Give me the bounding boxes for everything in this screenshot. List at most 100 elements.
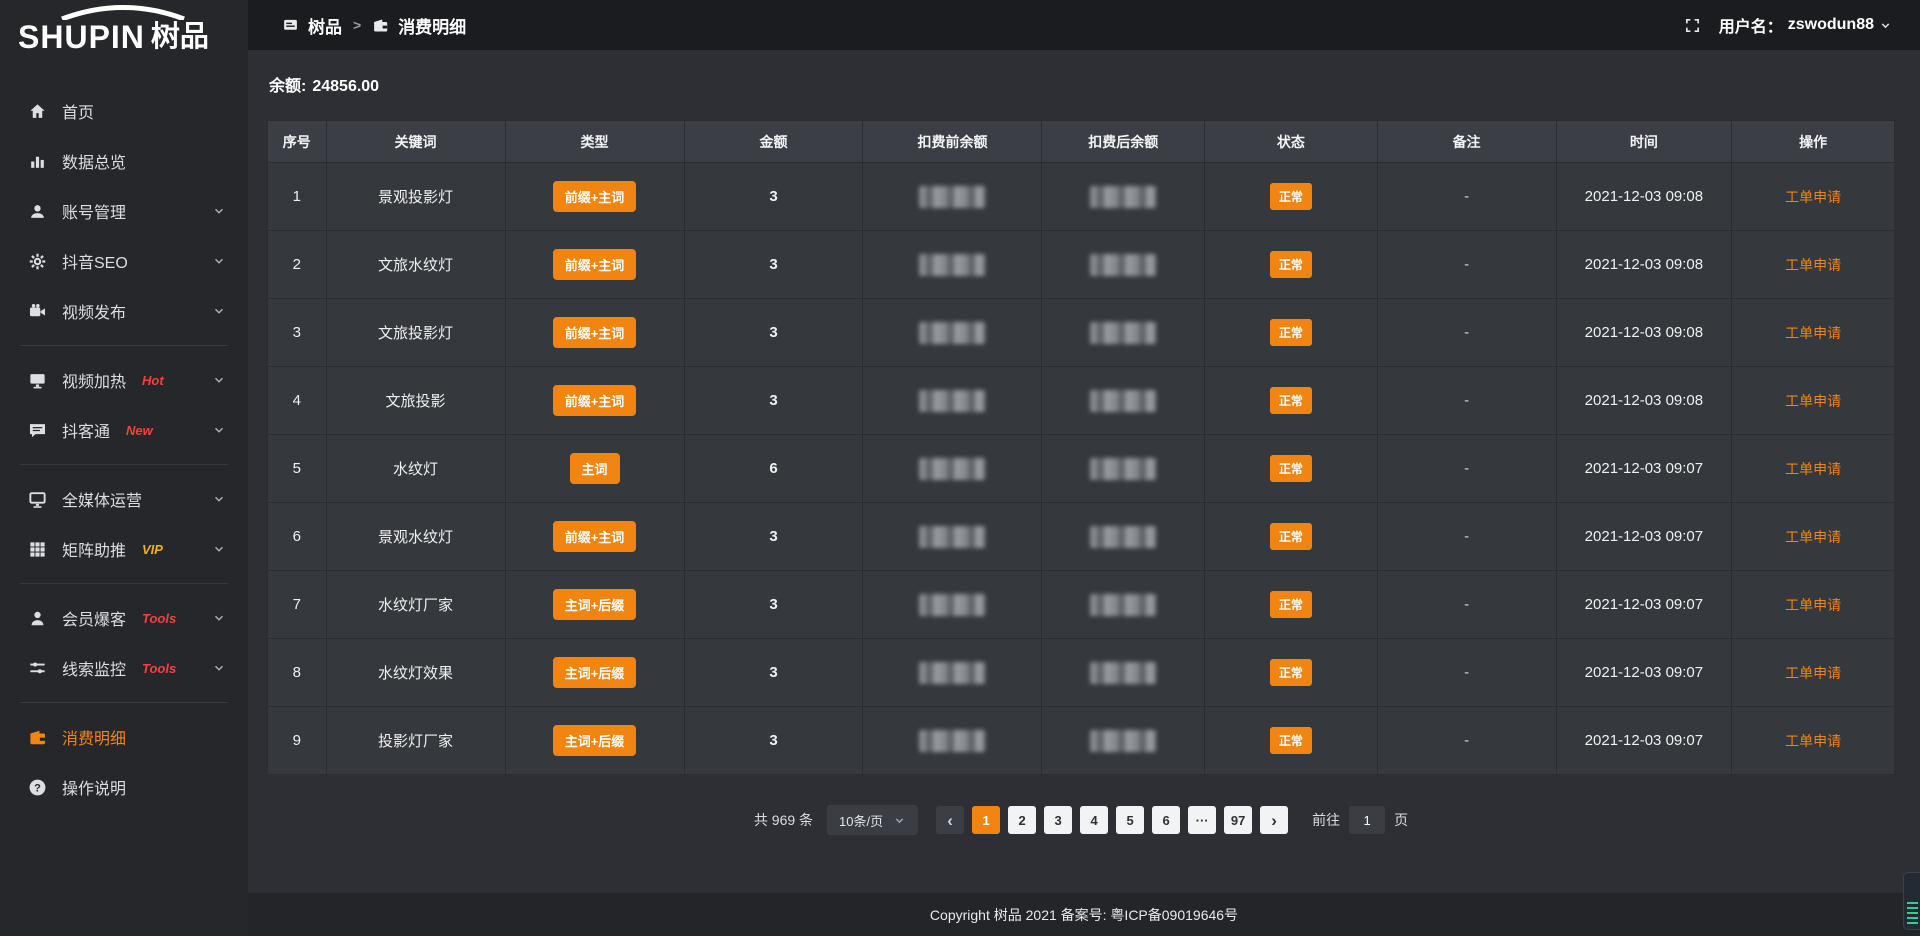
status-badge: 正常 [1205, 367, 1377, 435]
page-button[interactable]: 97 [1224, 806, 1252, 834]
column-header: 状态 [1205, 121, 1377, 163]
sidebar-item-video-publish[interactable]: 视频发布 [0, 286, 248, 336]
sidebar-item-member-burst[interactable]: 会员爆客 Tools [0, 593, 248, 643]
type-badge: 前缀+主词 [553, 181, 637, 212]
cell-remark: - [1377, 571, 1556, 639]
type-badge: 主词 [570, 453, 620, 484]
cell-time: 2021-12-03 09:08 [1556, 367, 1732, 435]
masked-post-balance [1042, 707, 1205, 775]
cell-keyword: 景观水纹灯 [326, 503, 505, 571]
page-button[interactable]: 6 [1152, 806, 1180, 834]
cell-index: 3 [268, 299, 327, 367]
fullscreen-icon[interactable] [1684, 17, 1701, 34]
column-header: 扣费后余额 [1042, 121, 1205, 163]
status-badge: 正常 [1270, 523, 1312, 550]
sidebar-item-douyin-seo[interactable]: 抖音SEO [0, 236, 248, 286]
chevron-down-icon [212, 423, 226, 437]
status-badge: 正常 [1205, 503, 1377, 571]
page-button[interactable]: 3 [1044, 806, 1072, 834]
balance-display: 余额:24856.00 [269, 72, 1895, 96]
grid-icon [28, 540, 47, 559]
page-size-value: 10条/页 [839, 811, 883, 830]
sidebar-item-consumption-detail[interactable]: 消费明细 [0, 712, 248, 762]
sidebar: SHUPIN 树品 首页 数据总览 账号管理 抖音SEO 视频发布 [0, 0, 248, 936]
sidebar-item-lead-monitor[interactable]: 线索监控 Tools [0, 643, 248, 693]
blurred-value [919, 254, 985, 276]
brand-logo: SHUPIN 树品 [0, 0, 248, 64]
username: zswodun88 [1788, 16, 1874, 34]
action-link[interactable]: 工单申请 [1785, 665, 1841, 681]
cell-time: 2021-12-03 09:07 [1556, 707, 1732, 775]
page-button[interactable]: 1 [972, 806, 1000, 834]
blurred-value [1090, 526, 1156, 548]
action-link[interactable]: 工单申请 [1785, 733, 1841, 749]
sidebar-item-label: 消费明细 [62, 725, 126, 749]
type-badge: 主词+后缀 [553, 589, 637, 620]
sidebar-item-all-media[interactable]: 全媒体运营 [0, 474, 248, 524]
sidebar-item-account-management[interactable]: 账号管理 [0, 186, 248, 236]
action-link: 工单申请 [1732, 639, 1895, 707]
consumption-table: 序号关键词类型金额扣费前余额扣费后余额状态备注时间操作 1景观投影灯前缀+主词3… [267, 120, 1895, 775]
action-link[interactable]: 工单申请 [1785, 597, 1841, 613]
sidebar-item-home[interactable]: 首页 [0, 86, 248, 136]
chevron-down-icon [212, 373, 226, 387]
sidebar-item-operation-guide[interactable]: ? 操作说明 [0, 762, 248, 812]
user-menu[interactable]: 用户名： zswodun88 [1719, 13, 1892, 37]
cell-index: 5 [268, 435, 327, 503]
masked-pre-balance [863, 163, 1042, 231]
sidebar-item-label: 抖客通 [62, 418, 110, 442]
action-link[interactable]: 工单申请 [1785, 393, 1841, 409]
balance-value: 24856.00 [312, 78, 379, 95]
sidebar-item-matrix-boost[interactable]: 矩阵助推 VIP [0, 524, 248, 574]
sidebar-item-data-overview[interactable]: 数据总览 [0, 136, 248, 186]
chat-widget-stripes [1907, 900, 1918, 924]
masked-pre-balance [863, 299, 1042, 367]
sidebar-item-doukotong[interactable]: 抖客通 New [0, 405, 248, 455]
cell-remark: - [1377, 503, 1556, 571]
action-link[interactable]: 工单申请 [1785, 461, 1841, 477]
sidebar-item-label: 视频发布 [62, 299, 126, 323]
logo-arc-icon [58, 4, 188, 20]
page-button[interactable]: 2 [1008, 806, 1036, 834]
display-icon [28, 490, 47, 509]
masked-pre-balance [863, 639, 1042, 707]
blurred-value [919, 322, 985, 344]
menu-divider [20, 702, 228, 703]
vip-badge: VIP [142, 542, 163, 557]
action-link[interactable]: 工单申请 [1785, 189, 1841, 205]
breadcrumb-root[interactable]: 树品 [308, 13, 342, 38]
action-link[interactable]: 工单申请 [1785, 529, 1841, 545]
more-pages-button[interactable]: ··· [1188, 806, 1216, 834]
action-link[interactable]: 工单申请 [1785, 325, 1841, 341]
cell-remark: - [1377, 231, 1556, 299]
type-badge: 主词+后缀 [505, 571, 684, 639]
masked-pre-balance [863, 367, 1042, 435]
cell-keyword: 景观投影灯 [326, 163, 505, 231]
cell-index: 4 [268, 367, 327, 435]
user-icon [28, 202, 47, 221]
masked-pre-balance [863, 231, 1042, 299]
page-button[interactable]: 5 [1116, 806, 1144, 834]
status-badge: 正常 [1270, 659, 1312, 686]
goto-page-input[interactable] [1349, 806, 1385, 834]
action-link: 工单申请 [1732, 503, 1895, 571]
cell-remark: - [1377, 163, 1556, 231]
sidebar-item-label: 抖音SEO [62, 249, 128, 273]
prev-page-button[interactable]: ‹ [936, 806, 964, 834]
table-row: 7水纹灯厂家主词+后缀3正常-2021-12-03 09:07工单申请 [268, 571, 1895, 639]
status-badge: 正常 [1270, 319, 1312, 346]
type-badge: 主词+后缀 [505, 707, 684, 775]
cell-amount: 3 [684, 299, 863, 367]
page-button[interactable]: 4 [1080, 806, 1108, 834]
page-size-select[interactable]: 10条/页 [827, 805, 918, 835]
sidebar-item-label: 操作说明 [62, 775, 126, 799]
chat-widget[interactable] [1903, 872, 1920, 930]
cell-time: 2021-12-03 09:08 [1556, 163, 1732, 231]
next-page-button[interactable]: › [1260, 806, 1288, 834]
type-badge: 前缀+主词 [505, 299, 684, 367]
status-badge: 正常 [1205, 231, 1377, 299]
cell-index: 7 [268, 571, 327, 639]
wallet-icon [28, 728, 47, 747]
action-link[interactable]: 工单申请 [1785, 257, 1841, 273]
sidebar-item-video-heat[interactable]: 视频加热 Hot [0, 355, 248, 405]
